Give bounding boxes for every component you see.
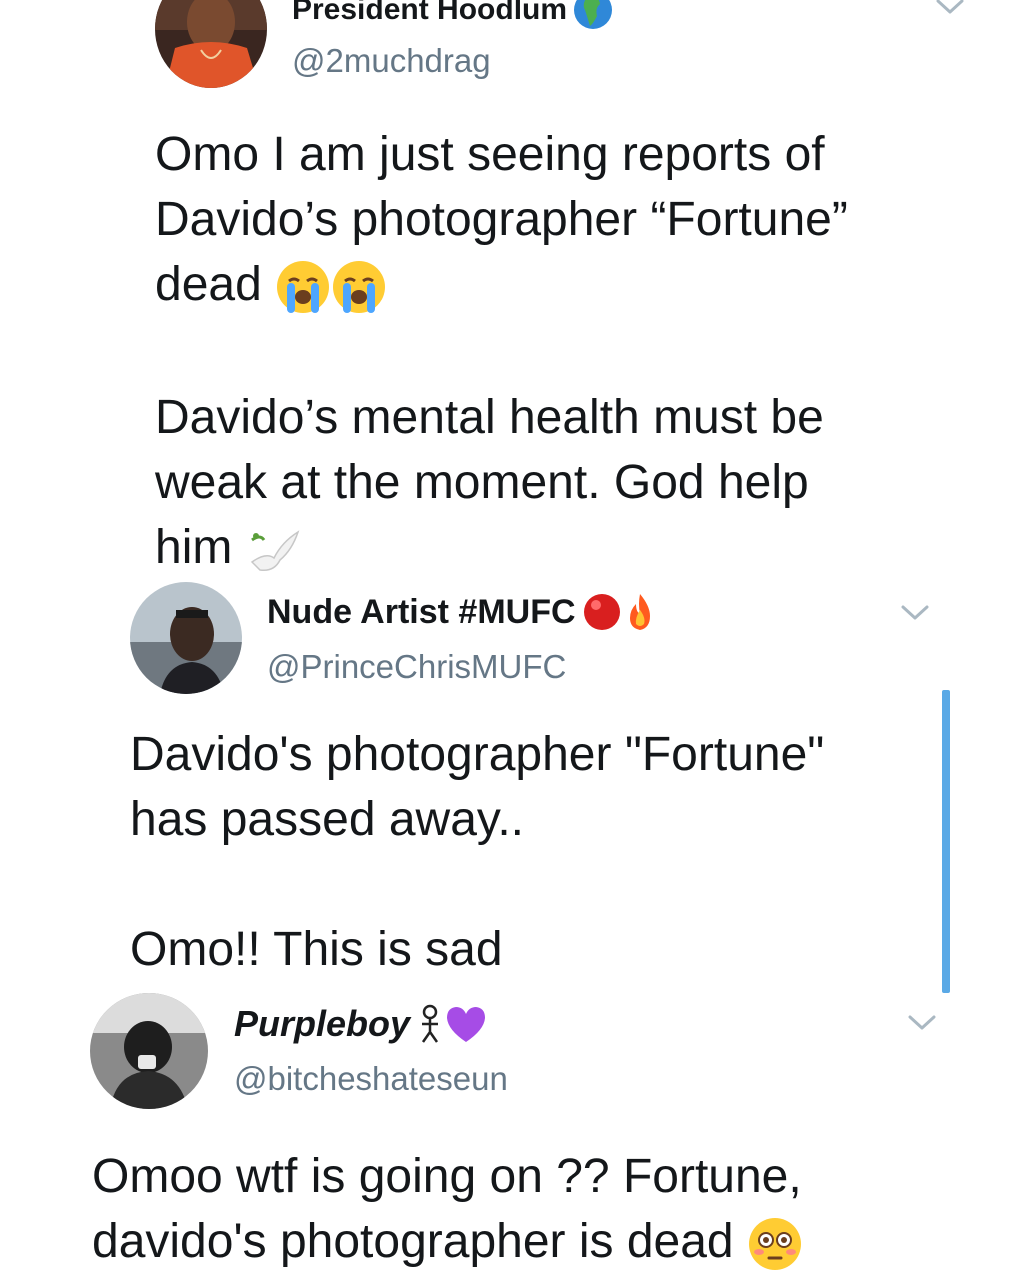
chevron-down-icon[interactable] xyxy=(900,602,930,624)
thread-scroll-indicator[interactable] xyxy=(942,690,950,993)
author-name-text: President Hoodlum xyxy=(292,0,568,26)
tweet-text: Omoo wtf is going on ?? Fortune, davido'… xyxy=(92,1150,802,1268)
author-name[interactable]: President Hoodlum xyxy=(292,0,613,30)
chevron-down-icon[interactable] xyxy=(935,0,965,18)
author-name[interactable]: Nude Artist #MUFC xyxy=(267,592,658,632)
crying-face-icon xyxy=(275,259,331,315)
person-icon xyxy=(418,1004,442,1044)
crying-face-icon xyxy=(331,259,387,315)
tweet-text-paragraph-2: Davido’s mental health must be weak at t… xyxy=(155,385,824,580)
tweet-text-paragraph-2: Omo!! This is sad xyxy=(130,917,503,982)
chevron-down-icon[interactable] xyxy=(907,1012,937,1034)
avatar[interactable] xyxy=(155,0,267,88)
author-name-text: Purpleboy xyxy=(234,1003,411,1044)
author-name[interactable]: Purpleboy xyxy=(234,1003,488,1045)
author-handle[interactable]: @2muchdrag xyxy=(292,42,491,80)
tweet-text-paragraph-1: Omo I am just seeing reports of Davido’s… xyxy=(155,122,848,317)
author-handle[interactable]: @bitcheshateseun xyxy=(234,1060,508,1098)
fire-icon xyxy=(622,592,658,632)
tweet-text-paragraph-1: Omoo wtf is going on ?? Fortune, davido'… xyxy=(92,1144,803,1274)
red-circle-icon xyxy=(582,592,622,632)
avatar[interactable] xyxy=(90,993,208,1109)
tweet-text: Davido's photographer "Fortune" has pass… xyxy=(130,728,825,846)
purple-heart-icon xyxy=(444,1004,488,1044)
tweet-text-paragraph-1: Davido's photographer "Fortune" has pass… xyxy=(130,722,824,852)
flushed-face-icon xyxy=(747,1216,803,1272)
globe-africa-icon xyxy=(573,0,613,30)
avatar[interactable] xyxy=(130,582,242,694)
author-name-text: Nude Artist #MUFC xyxy=(267,592,576,631)
author-handle[interactable]: @PrinceChrisMUFC xyxy=(267,648,566,686)
tweet-text: Omo!! This is sad xyxy=(130,923,503,976)
dove-icon xyxy=(246,522,302,578)
tweet-text: Omo I am just seeing reports of Davido’s… xyxy=(155,128,848,311)
